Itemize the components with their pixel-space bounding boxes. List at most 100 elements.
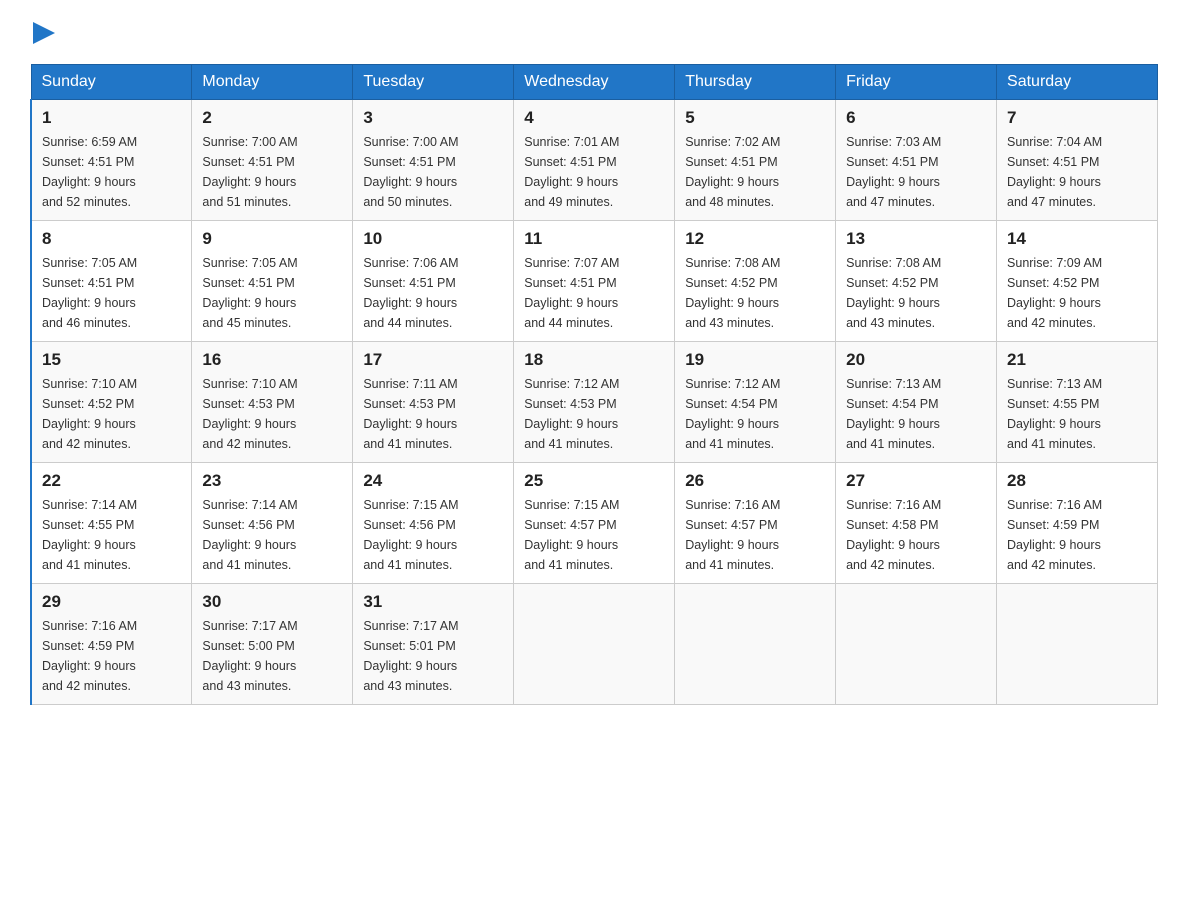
day-info: Sunrise: 7:11 AMSunset: 4:53 PMDaylight:… [363, 374, 503, 454]
day-number: 18 [524, 350, 664, 370]
day-info: Sunrise: 7:08 AMSunset: 4:52 PMDaylight:… [685, 253, 825, 333]
day-info: Sunrise: 7:16 AMSunset: 4:59 PMDaylight:… [1007, 495, 1147, 575]
calendar-day-cell [514, 584, 675, 705]
calendar-table: SundayMondayTuesdayWednesdayThursdayFrid… [30, 64, 1158, 705]
calendar-day-cell: 13 Sunrise: 7:08 AMSunset: 4:52 PMDayligh… [836, 221, 997, 342]
day-number: 19 [685, 350, 825, 370]
day-of-week-header: Wednesday [514, 65, 675, 100]
calendar-day-cell: 23Sunrise: 7:14 AMSunset: 4:56 PMDayligh… [192, 463, 353, 584]
calendar-day-cell: 18 Sunrise: 7:12 AMSunset: 4:53 PMDayligh… [514, 342, 675, 463]
logo-triangle-icon [33, 22, 55, 44]
calendar-header: SundayMondayTuesdayWednesdayThursdayFrid… [31, 65, 1158, 100]
calendar-day-cell: 11 Sunrise: 7:07 AMSunset: 4:51 PMDayligh… [514, 221, 675, 342]
calendar-day-cell: 6Sunrise: 7:03 AMSunset: 4:51 PMDaylight… [836, 100, 997, 221]
day-number: 23 [202, 471, 342, 491]
day-info: Sunrise: 7:12 AMSunset: 4:53 PMDaylight:… [524, 374, 664, 454]
calendar-day-cell: 4 Sunrise: 7:01 AMSunset: 4:51 PMDaylight… [514, 100, 675, 221]
calendar-day-cell: 28 Sunrise: 7:16 AMSunset: 4:59 PMDayligh… [997, 463, 1158, 584]
day-number: 8 [42, 229, 181, 249]
day-info: Sunrise: 7:17 AMSunset: 5:00 PMDaylight:… [202, 616, 342, 696]
day-info: Sunrise: 7:16 AMSunset: 4:57 PMDaylight:… [685, 495, 825, 575]
day-info: Sunrise: 7:12 AMSunset: 4:54 PMDaylight:… [685, 374, 825, 454]
day-number: 4 [524, 108, 664, 128]
calendar-day-cell: 20 Sunrise: 7:13 AMSunset: 4:54 PMDayligh… [836, 342, 997, 463]
calendar-day-cell: 12Sunrise: 7:08 AMSunset: 4:52 PMDayligh… [675, 221, 836, 342]
logo-text [30, 20, 55, 44]
day-number: 22 [42, 471, 181, 491]
calendar-day-cell: 31Sunrise: 7:17 AMSunset: 5:01 PMDayligh… [353, 584, 514, 705]
day-info: Sunrise: 7:15 AMSunset: 4:56 PMDaylight:… [363, 495, 503, 575]
day-number: 5 [685, 108, 825, 128]
day-number: 17 [363, 350, 503, 370]
day-info: Sunrise: 7:05 AMSunset: 4:51 PMDaylight:… [42, 253, 181, 333]
day-number: 15 [42, 350, 181, 370]
calendar-day-cell: 9 Sunrise: 7:05 AMSunset: 4:51 PMDaylight… [192, 221, 353, 342]
day-number: 3 [363, 108, 503, 128]
day-number: 9 [202, 229, 342, 249]
day-of-week-header: Thursday [675, 65, 836, 100]
day-number: 30 [202, 592, 342, 612]
day-number: 31 [363, 592, 503, 612]
day-info: Sunrise: 7:15 AMSunset: 4:57 PMDaylight:… [524, 495, 664, 575]
calendar-day-cell [675, 584, 836, 705]
day-info: Sunrise: 7:16 AMSunset: 4:58 PMDaylight:… [846, 495, 986, 575]
calendar-day-cell: 21Sunrise: 7:13 AMSunset: 4:55 PMDayligh… [997, 342, 1158, 463]
day-info: Sunrise: 7:10 AMSunset: 4:53 PMDaylight:… [202, 374, 342, 454]
day-info: Sunrise: 7:16 AMSunset: 4:59 PMDaylight:… [42, 616, 181, 696]
calendar-day-cell: 3 Sunrise: 7:00 AMSunset: 4:51 PMDaylight… [353, 100, 514, 221]
calendar-day-cell: 22 Sunrise: 7:14 AMSunset: 4:55 PMDayligh… [31, 463, 192, 584]
day-number: 13 [846, 229, 986, 249]
calendar-day-cell: 24 Sunrise: 7:15 AMSunset: 4:56 PMDayligh… [353, 463, 514, 584]
day-info: Sunrise: 7:10 AMSunset: 4:52 PMDaylight:… [42, 374, 181, 454]
day-number: 6 [846, 108, 986, 128]
day-of-week-header: Monday [192, 65, 353, 100]
calendar-day-cell [997, 584, 1158, 705]
day-info: Sunrise: 6:59 AMSunset: 4:51 PMDaylight:… [42, 132, 181, 212]
day-info: Sunrise: 7:02 AMSunset: 4:51 PMDaylight:… [685, 132, 825, 212]
calendar-week-row: 8 Sunrise: 7:05 AMSunset: 4:51 PMDaylight… [31, 221, 1158, 342]
day-number: 11 [524, 229, 664, 249]
day-info: Sunrise: 7:13 AMSunset: 4:54 PMDaylight:… [846, 374, 986, 454]
calendar-day-cell [836, 584, 997, 705]
calendar-week-row: 29 Sunrise: 7:16 AMSunset: 4:59 PMDayligh… [31, 584, 1158, 705]
day-info: Sunrise: 7:05 AMSunset: 4:51 PMDaylight:… [202, 253, 342, 333]
day-of-week-header: Tuesday [353, 65, 514, 100]
day-info: Sunrise: 7:01 AMSunset: 4:51 PMDaylight:… [524, 132, 664, 212]
day-number: 7 [1007, 108, 1147, 128]
calendar-week-row: 1 Sunrise: 6:59 AMSunset: 4:51 PMDaylight… [31, 100, 1158, 221]
day-number: 1 [42, 108, 181, 128]
calendar-day-cell: 26 Sunrise: 7:16 AMSunset: 4:57 PMDayligh… [675, 463, 836, 584]
day-number: 27 [846, 471, 986, 491]
calendar-day-cell: 7 Sunrise: 7:04 AMSunset: 4:51 PMDaylight… [997, 100, 1158, 221]
calendar-week-row: 22 Sunrise: 7:14 AMSunset: 4:55 PMDayligh… [31, 463, 1158, 584]
calendar-day-cell: 19 Sunrise: 7:12 AMSunset: 4:54 PMDayligh… [675, 342, 836, 463]
calendar-body: 1 Sunrise: 6:59 AMSunset: 4:51 PMDaylight… [31, 100, 1158, 705]
day-of-week-header: Saturday [997, 65, 1158, 100]
calendar-day-cell: 5 Sunrise: 7:02 AMSunset: 4:51 PMDaylight… [675, 100, 836, 221]
day-info: Sunrise: 7:08 AMSunset: 4:52 PMDaylight:… [846, 253, 986, 333]
day-info: Sunrise: 7:09 AMSunset: 4:52 PMDaylight:… [1007, 253, 1147, 333]
day-number: 26 [685, 471, 825, 491]
day-number: 28 [1007, 471, 1147, 491]
day-number: 20 [846, 350, 986, 370]
day-number: 2 [202, 108, 342, 128]
calendar-day-cell: 16 Sunrise: 7:10 AMSunset: 4:53 PMDayligh… [192, 342, 353, 463]
calendar-day-cell: 14Sunrise: 7:09 AMSunset: 4:52 PMDayligh… [997, 221, 1158, 342]
calendar-day-cell: 27 Sunrise: 7:16 AMSunset: 4:58 PMDayligh… [836, 463, 997, 584]
day-info: Sunrise: 7:14 AMSunset: 4:55 PMDaylight:… [42, 495, 181, 575]
calendar-day-cell: 29 Sunrise: 7:16 AMSunset: 4:59 PMDayligh… [31, 584, 192, 705]
day-number: 16 [202, 350, 342, 370]
calendar-day-cell: 10Sunrise: 7:06 AMSunset: 4:51 PMDayligh… [353, 221, 514, 342]
day-number: 21 [1007, 350, 1147, 370]
day-info: Sunrise: 7:07 AMSunset: 4:51 PMDaylight:… [524, 253, 664, 333]
page-header [30, 20, 1158, 44]
calendar-day-cell: 1 Sunrise: 6:59 AMSunset: 4:51 PMDaylight… [31, 100, 192, 221]
calendar-day-cell: 17 Sunrise: 7:11 AMSunset: 4:53 PMDayligh… [353, 342, 514, 463]
day-number: 29 [42, 592, 181, 612]
day-info: Sunrise: 7:04 AMSunset: 4:51 PMDaylight:… [1007, 132, 1147, 212]
day-number: 24 [363, 471, 503, 491]
day-info: Sunrise: 7:00 AMSunset: 4:51 PMDaylight:… [363, 132, 503, 212]
day-info: Sunrise: 7:00 AMSunset: 4:51 PMDaylight:… [202, 132, 342, 212]
calendar-day-cell: 15 Sunrise: 7:10 AMSunset: 4:52 PMDayligh… [31, 342, 192, 463]
calendar-day-cell: 25Sunrise: 7:15 AMSunset: 4:57 PMDayligh… [514, 463, 675, 584]
